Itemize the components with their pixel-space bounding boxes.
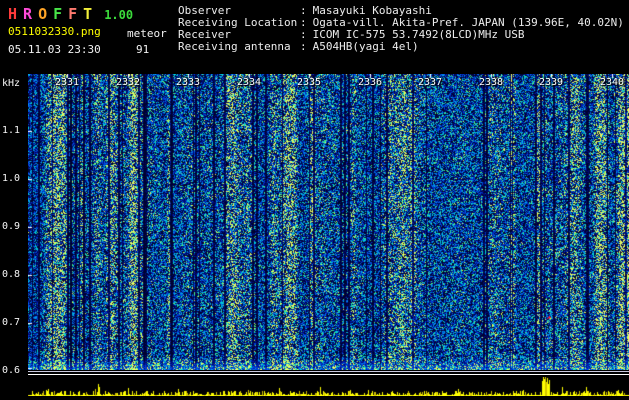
info-label: Receiving antenna <box>178 40 291 53</box>
x-tick-label: 2334 <box>237 77 262 88</box>
grid-line-0.6khz <box>28 371 629 372</box>
x-tick-label: 2332 <box>116 77 141 88</box>
x-tick-label: 2336 <box>358 77 383 88</box>
y-tick-label: 0.9 <box>2 221 21 232</box>
observation-datetime: 05.11.03 23:30 <box>8 43 101 56</box>
x-tick-label: 2335 <box>297 77 322 88</box>
app-title-letter: T <box>83 5 94 23</box>
y-tick-label: 1.1 <box>2 125 21 136</box>
output-filename: 0511032330.png <box>8 25 101 38</box>
info-row-antenna: Receiving antenna: A504HB(yagi 4el) <box>178 41 624 53</box>
y-tick-label: 0.7 <box>2 317 21 328</box>
app-title-letter: O <box>38 5 49 23</box>
app-title-letter: F <box>68 5 79 23</box>
spectrogram-canvas <box>28 74 629 370</box>
y-tick-label: 1.0 <box>2 173 21 184</box>
y-tick-label: 0.8 <box>2 269 21 280</box>
app-title-letter: H <box>8 5 19 23</box>
info-colon: : <box>300 40 307 53</box>
app-version: 1.00 <box>104 8 134 22</box>
hrofft-screenshot: H R O F F T 1.00 0511032330.png meteor 05.11.0… <box>0 0 629 400</box>
echo-count: 91 <box>136 43 150 56</box>
x-tick-label: 2333 <box>176 77 201 88</box>
y-axis-unit-label: kHz <box>2 78 21 89</box>
header: H R O F F T 1.00 0511032330.png meteor 05.11.0… <box>0 0 629 72</box>
x-tick-label: 2337 <box>418 77 443 88</box>
y-tick-label: 0.6 <box>2 365 21 376</box>
info-value: A504HB(yagi 4el) <box>312 40 419 53</box>
x-tick-label: 2331 <box>55 77 80 88</box>
station-info: Observer: Masayuki Kobayashi Receiving Lo… <box>178 5 624 53</box>
app-title-letter: R <box>23 5 34 23</box>
x-tick-label: 2338 <box>479 77 504 88</box>
observation-mode-label: meteor <box>127 27 167 40</box>
app-title: H R O F F T 1.00 <box>8 4 133 23</box>
strip-separator-line <box>28 374 629 375</box>
x-tick-label: 2339 <box>539 77 564 88</box>
signal-strength-strip-canvas <box>28 377 629 396</box>
app-title-letter: F <box>53 5 64 23</box>
x-tick-label: 2340 <box>600 77 625 88</box>
